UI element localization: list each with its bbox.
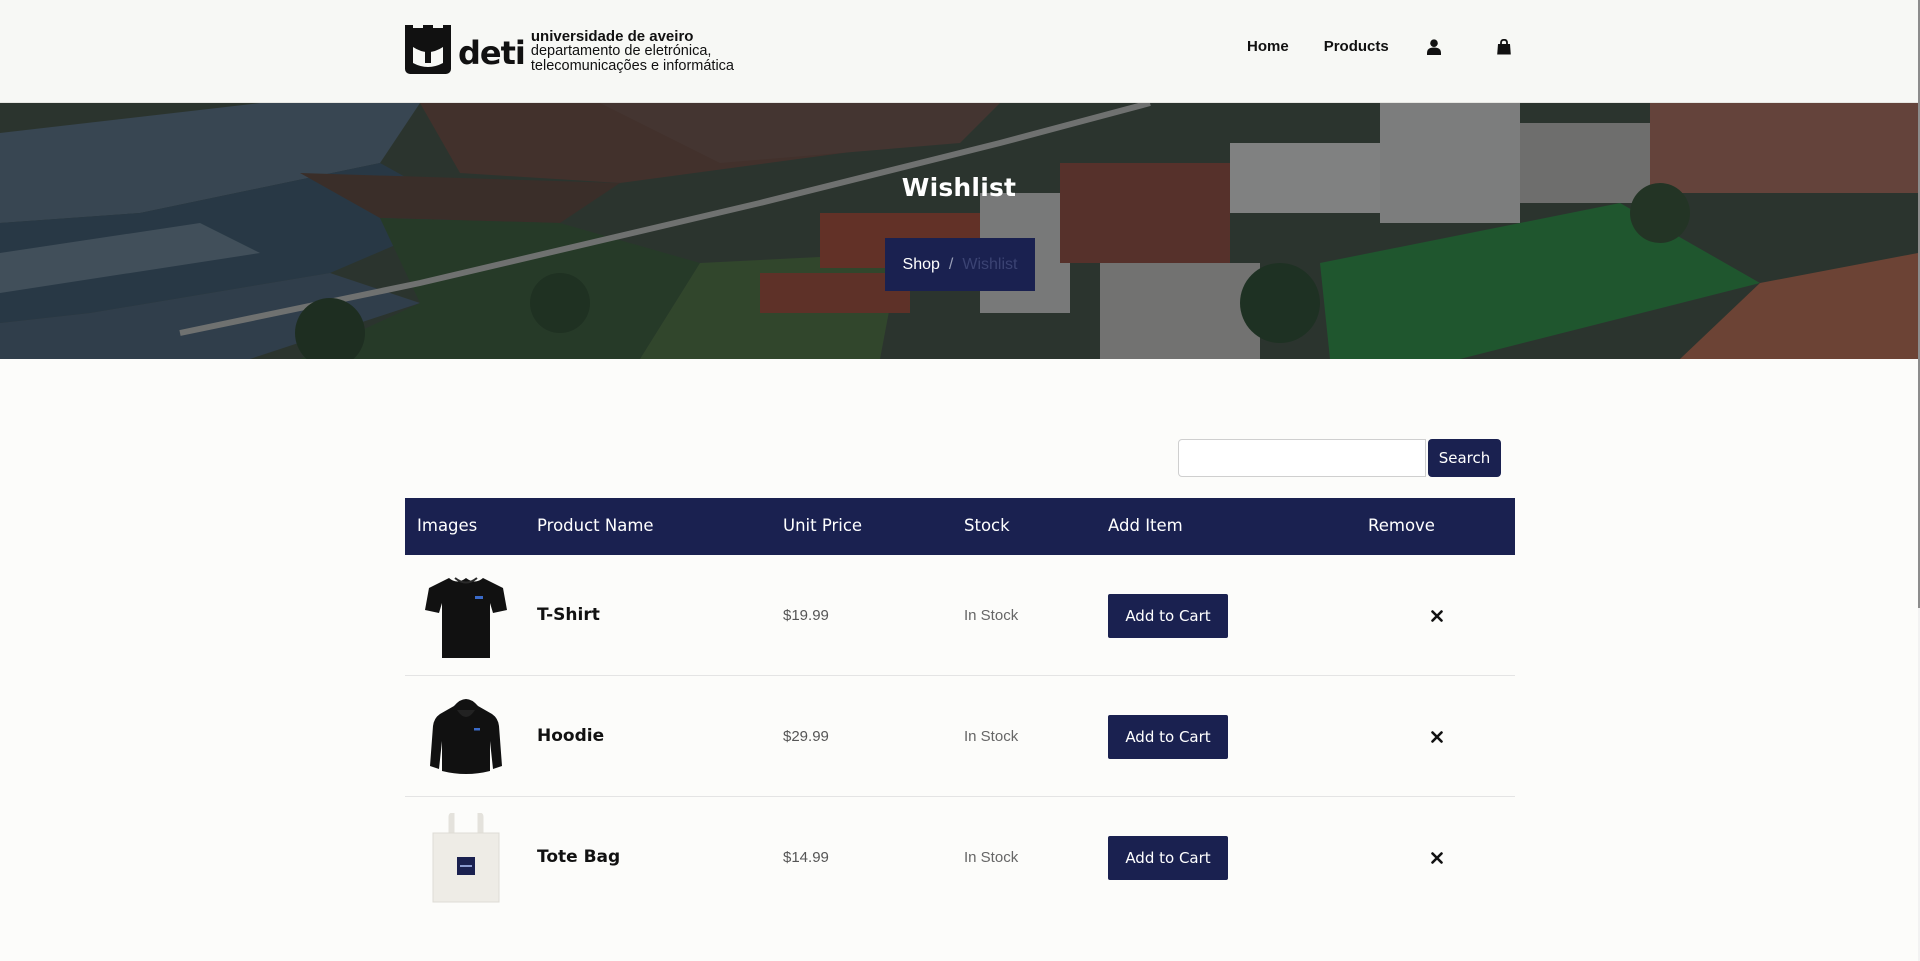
- table-header: Images Product Name Unit Price Stock Add…: [405, 498, 1515, 555]
- add-to-cart-button[interactable]: Add to Cart: [1108, 594, 1228, 638]
- logo-deti-text: deti: [458, 34, 526, 72]
- logo-line-fields: telecomunicações e informática: [530, 57, 734, 74]
- breadcrumb: Shop / Wishlist: [885, 238, 1035, 291]
- close-icon[interactable]: [1425, 846, 1449, 870]
- product-name: Hoodie: [537, 726, 605, 746]
- product-name: T-Shirt: [537, 605, 600, 625]
- logo-caption: universidade de aveiro departamento de e…: [531, 29, 734, 74]
- page-title: Wishlist: [901, 173, 1017, 202]
- header-stock: Stock: [964, 516, 1010, 535]
- breadcrumb-separator: /: [948, 255, 954, 273]
- search-input[interactable]: [1178, 439, 1426, 477]
- main-nav: Home Products: [1247, 38, 1511, 55]
- close-icon[interactable]: [1425, 725, 1449, 749]
- hero-dark-overlay: [0, 103, 1918, 359]
- table-row: Tote Bag $14.99 In Stock Add to Cart: [405, 797, 1515, 918]
- unit-price: $14.99: [783, 849, 829, 866]
- deti-logo[interactable]: deti universidade de aveiro departamento…: [404, 24, 734, 76]
- wishlist-table: Images Product Name Unit Price Stock Add…: [405, 498, 1515, 918]
- unit-price: $19.99: [783, 607, 829, 624]
- shopping-bag-icon[interactable]: [1496, 38, 1511, 55]
- search-bar: Search: [1178, 439, 1501, 477]
- unit-price: $29.99: [783, 728, 829, 745]
- header-images: Images: [417, 516, 478, 535]
- header-add-item: Add Item: [1108, 516, 1183, 535]
- ua-logo-mark-icon: [404, 25, 452, 75]
- product-name: Tote Bag: [537, 847, 621, 867]
- stock-status: In Stock: [964, 849, 1019, 866]
- nav-home-link[interactable]: Home: [1247, 38, 1289, 55]
- search-button[interactable]: Search: [1428, 439, 1501, 477]
- logo-line-department: departamento de eletrónica,: [530, 42, 712, 59]
- breadcrumb-shop-link[interactable]: Shop: [903, 256, 940, 274]
- t-shirt-image[interactable]: [423, 571, 509, 661]
- add-to-cart-button[interactable]: Add to Cart: [1108, 836, 1228, 880]
- site-header: deti universidade de aveiro departamento…: [0, 0, 1918, 103]
- nav-products-link[interactable]: Products: [1324, 38, 1389, 55]
- logo-line-university: universidade de aveiro: [530, 27, 694, 45]
- breadcrumb-current: Wishlist: [962, 255, 1018, 273]
- tote-bag-image[interactable]: [423, 813, 509, 903]
- add-to-cart-button[interactable]: Add to Cart: [1108, 715, 1228, 759]
- stock-status: In Stock: [964, 728, 1019, 745]
- table-row: Hoodie $29.99 In Stock Add to Cart: [405, 676, 1515, 797]
- table-row: T-Shirt $19.99 In Stock Add to Cart: [405, 555, 1515, 676]
- header-remove: Remove: [1368, 516, 1435, 535]
- hero-banner: Wishlist Shop / Wishlist: [0, 103, 1918, 359]
- user-icon[interactable]: [1426, 38, 1441, 55]
- hoodie-image[interactable]: [423, 692, 509, 782]
- stock-status: In Stock: [964, 607, 1019, 624]
- header-product-name: Product Name: [537, 516, 654, 535]
- header-unit-price: Unit Price: [783, 516, 863, 535]
- close-icon[interactable]: [1425, 604, 1449, 628]
